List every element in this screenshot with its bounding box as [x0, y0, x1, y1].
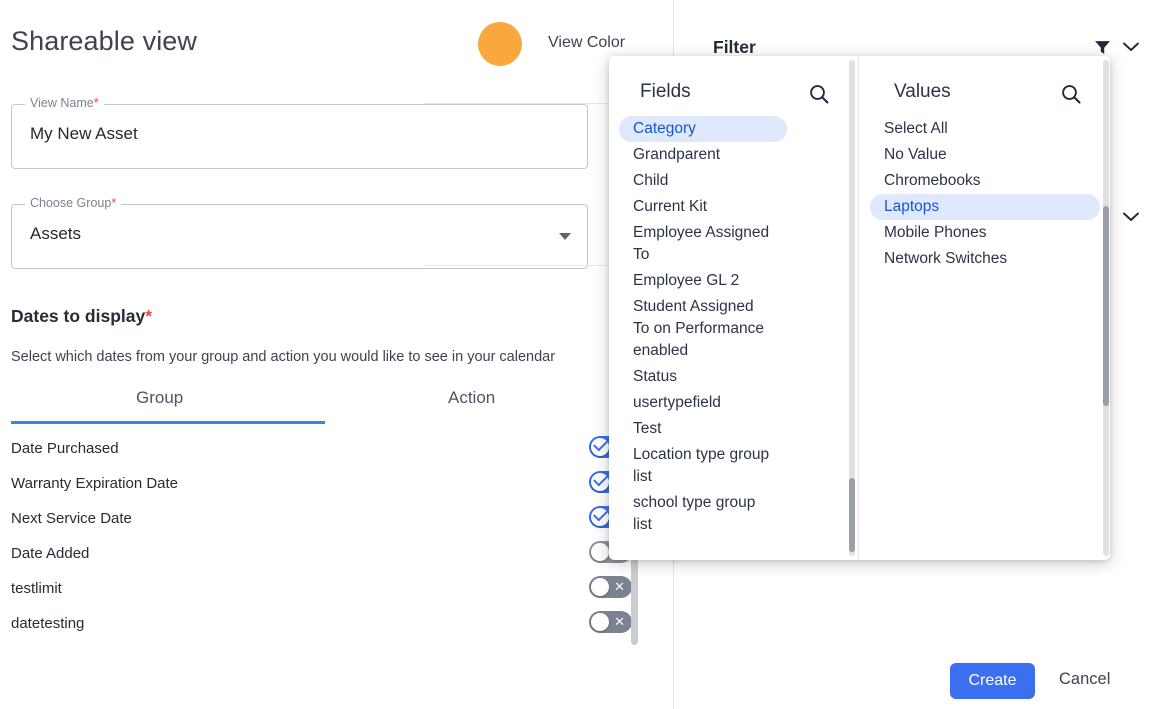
list-item[interactable]: Mobile Phones	[870, 220, 1100, 246]
view-name-field[interactable]: View Name* My New Asset	[11, 96, 588, 169]
fields-scrollbar-thumb[interactable]	[849, 478, 855, 552]
toggle-knob	[591, 471, 609, 491]
popup-column-divider	[858, 56, 859, 560]
list-item[interactable]: Network Switches	[870, 246, 1100, 272]
fields-search-icon[interactable]	[808, 83, 830, 110]
chevron-down-icon[interactable]	[559, 233, 571, 240]
date-row: testlimit ✕	[11, 576, 632, 615]
choose-group-legend-text: Choose Group	[30, 196, 112, 210]
date-row: datetesting ✕	[11, 611, 632, 650]
list-item[interactable]: Category	[619, 116, 787, 142]
date-row-label: Warranty Expiration Date	[11, 475, 179, 492]
list-item[interactable]: usertypefield	[619, 390, 787, 416]
section-chevron-down-icon[interactable]	[1122, 210, 1140, 229]
values-heading: Values	[894, 81, 951, 102]
list-item[interactable]: Employee GL 2	[619, 268, 787, 294]
view-color-swatch[interactable]	[478, 22, 522, 66]
values-search-icon[interactable]	[1060, 83, 1082, 110]
choose-group-required-star: *	[111, 196, 117, 210]
list-item[interactable]: No Value	[870, 142, 1100, 168]
list-item[interactable]: Child	[619, 168, 787, 194]
choose-group-legend: Choose Group*	[25, 196, 122, 210]
close-icon: ✕	[614, 579, 625, 594]
dates-tabs: Group Action	[11, 388, 631, 424]
fields-option-list[interactable]: Category Grandparent Child Current Kit Emplo…	[619, 116, 848, 560]
toggle-knob	[591, 613, 609, 631]
check-icon	[593, 471, 608, 487]
view-name-input[interactable]: My New Asset	[30, 124, 138, 144]
list-item[interactable]: Employee Assigned To	[619, 220, 787, 268]
date-row-label: Next Service Date	[11, 510, 132, 527]
list-item[interactable]: Select All	[870, 116, 1100, 142]
values-option-list[interactable]: Select All No Value Chromebooks Laptops Mobi…	[870, 116, 1100, 560]
close-icon: ✕	[614, 614, 625, 629]
choose-group-field[interactable]: Choose Group* Assets	[11, 196, 588, 269]
list-item[interactable]: school type group list	[619, 490, 787, 538]
tab-action[interactable]: Action	[448, 388, 495, 408]
dates-heading-text: Dates to display	[11, 306, 146, 326]
list-item[interactable]: Location type group list	[619, 442, 787, 490]
date-row: Date Purchased	[11, 436, 632, 475]
date-row: Warranty Expiration Date	[11, 471, 632, 510]
list-item[interactable]: Test	[619, 416, 787, 442]
check-icon	[593, 436, 608, 452]
page-title: Shareable view	[11, 26, 198, 56]
tab-group[interactable]: Group	[136, 388, 183, 408]
fields-heading: Fields	[640, 81, 691, 102]
date-row: Next Service Date	[11, 506, 632, 545]
toggle-knob	[591, 506, 609, 526]
check-icon	[593, 506, 608, 522]
list-item[interactable]: Laptops	[870, 194, 1100, 220]
date-row-label: Date Added	[11, 545, 90, 562]
fields-column: Fields Category Grandparent Child Current K…	[609, 56, 858, 560]
shareable-view-form-panel: Shareable view View Color View Name* My …	[0, 0, 673, 709]
date-row-toggle[interactable]: ✕	[589, 611, 632, 633]
toggle-knob	[591, 543, 609, 561]
filter-title: Filter	[713, 37, 756, 57]
cancel-button[interactable]: Cancel	[1059, 670, 1110, 689]
list-item[interactable]: Student Assigned To on Performance enabl…	[619, 294, 787, 364]
filter-chevron-down-icon[interactable]	[1122, 40, 1140, 59]
dates-to-display-heading: Dates to display*	[11, 306, 152, 327]
date-row-label: testlimit	[11, 580, 62, 597]
date-row: Date Added	[11, 541, 632, 580]
list-item[interactable]: Chromebooks	[870, 168, 1100, 194]
values-scrollbar-thumb[interactable]	[1103, 206, 1109, 406]
create-button[interactable]: Create	[950, 663, 1035, 699]
dates-heading-required-star: *	[145, 306, 153, 326]
choose-group-value[interactable]: Assets	[30, 224, 81, 244]
list-item[interactable]: Grandparent	[619, 142, 787, 168]
values-column: Values Select All No Value Chromebooks Lapt…	[860, 56, 1110, 560]
date-row-label: datetesting	[11, 615, 85, 632]
tab-active-underline	[11, 421, 325, 424]
list-item[interactable]: Current Kit	[619, 194, 787, 220]
view-name-required-star: *	[93, 96, 99, 110]
view-name-legend: View Name*	[25, 96, 104, 110]
toggle-knob	[591, 436, 609, 456]
date-row-toggle[interactable]: ✕	[589, 576, 632, 598]
date-row-label: Date Purchased	[11, 440, 119, 457]
view-name-legend-text: View Name	[30, 96, 94, 110]
list-item[interactable]: Status	[619, 364, 787, 390]
filter-popup: Fields Category Grandparent Child Current K…	[609, 56, 1110, 560]
toggle-knob	[591, 578, 609, 596]
dates-subtitle: Select which dates from your group and a…	[11, 349, 556, 365]
view-color-label: View Color	[548, 34, 626, 51]
